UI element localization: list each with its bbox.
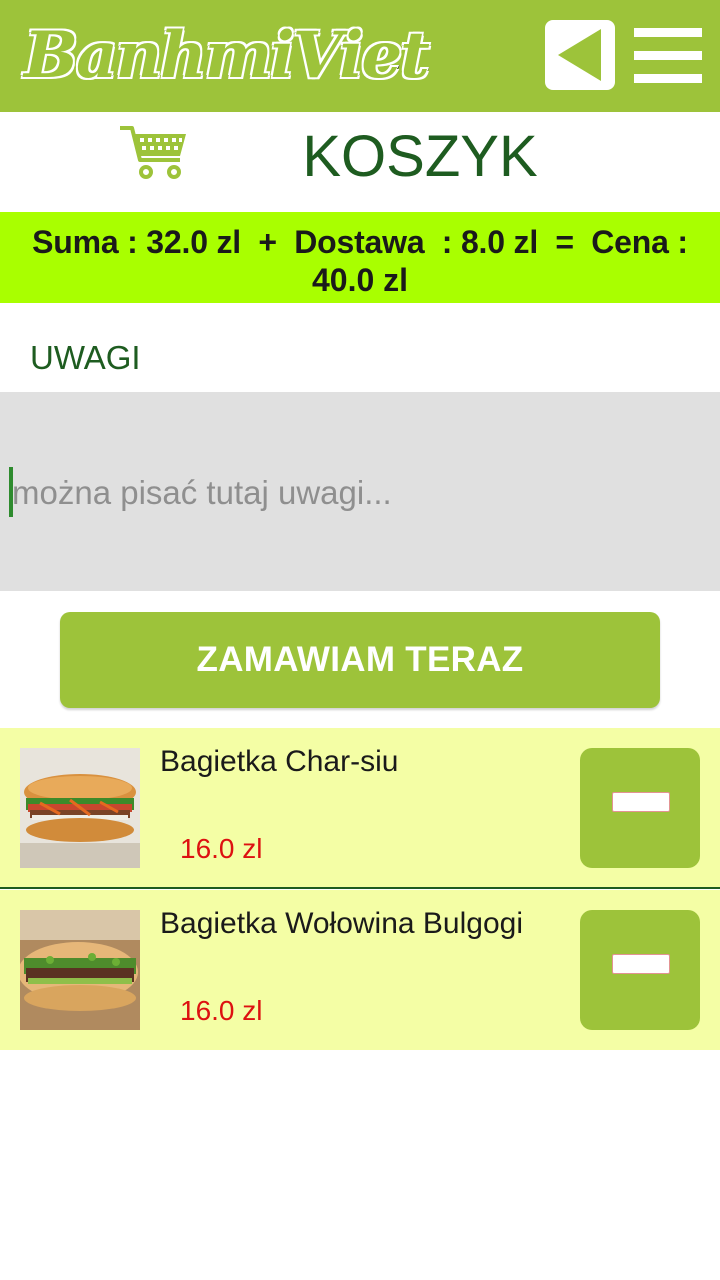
minus-icon — [612, 792, 670, 812]
cart-item: Bagietka Char-siu 16.0 zl — [0, 728, 720, 888]
back-button[interactable] — [545, 20, 615, 90]
app-bar: BanhmiViet — [0, 0, 720, 112]
order-summary: Suma : 32.0 zl + Dostawa : 8.0 zl = Cena… — [0, 212, 720, 303]
remove-item-button[interactable] — [580, 910, 700, 1030]
hamburger-menu-icon — [634, 28, 702, 37]
summary-total: 40.0 zl — [311, 262, 409, 298]
cart-item: Bagietka Wołowina Bulgogi 16.0 zl — [0, 890, 720, 1050]
notes-placeholder: można pisać tutaj uwagi... — [12, 474, 392, 511]
summary-text: Suma : 32.0 zl + Dostawa : 8.0 zl = Cena… — [32, 224, 688, 260]
hamburger-menu-icon-bar — [634, 51, 702, 60]
hamburger-menu-icon-bar — [634, 74, 702, 83]
remove-item-button[interactable] — [580, 748, 700, 868]
item-name: Bagietka Wołowina Bulgogi — [160, 907, 524, 940]
item-thumbnail — [20, 910, 140, 1030]
notes-label: UWAGI — [30, 339, 141, 376]
order-now-button[interactable]: ZAMAWIAM TERAZ — [60, 612, 660, 708]
shopping-cart-icon — [118, 122, 190, 182]
item-name: Bagietka Char-siu — [160, 745, 399, 778]
page-title: KOSZYK — [302, 124, 538, 189]
order-now-label: ZAMAWIAM TERAZ — [196, 640, 524, 679]
back-triangle-icon — [558, 29, 601, 81]
item-thumbnail — [20, 748, 140, 868]
minus-icon — [612, 954, 670, 974]
menu-button[interactable] — [632, 26, 704, 86]
item-price: 16.0 zl — [180, 995, 263, 1026]
item-price: 16.0 zl — [180, 833, 263, 864]
logo-text: BanhmiViet — [23, 17, 432, 95]
app-logo: BanhmiViet — [23, 10, 432, 102]
row-divider — [0, 887, 720, 889]
